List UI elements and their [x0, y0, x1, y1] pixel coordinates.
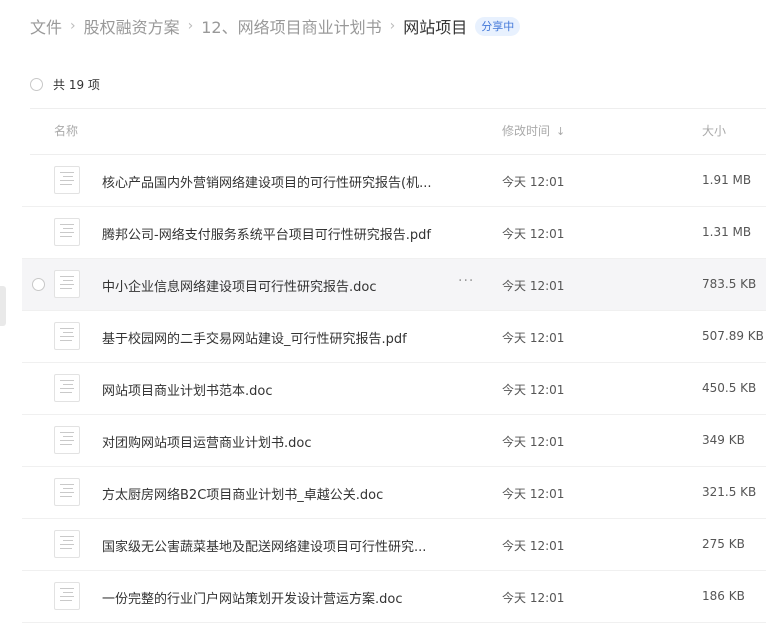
- file-name[interactable]: 网站项目商业计划书范本.doc: [102, 380, 462, 399]
- file-modified-time: 今天 12:01: [502, 227, 565, 241]
- file-row[interactable]: 基于校园网的二手交易网站建设_可行性研究报告.pdf ··· 今天 12:01 …: [22, 311, 766, 363]
- select-all-radio[interactable]: [30, 77, 43, 91]
- file-modified-time: 今天 12:01: [502, 539, 565, 553]
- sidebar-resize-handle[interactable]: [0, 286, 6, 326]
- column-header-modified[interactable]: 修改时间 ↓: [502, 122, 565, 139]
- divider: [30, 108, 766, 109]
- breadcrumb-item-equity-financing[interactable]: 股权融资方案: [84, 14, 180, 38]
- file-name[interactable]: 方太厨房网络B2C项目商业计划书_卓越公关.doc: [102, 484, 462, 503]
- file-row[interactable]: 网站项目商业计划书范本.doc ··· 今天 12:01 450.5 KB: [22, 363, 766, 415]
- file-size: 349 KB: [702, 433, 745, 447]
- file-row[interactable]: 对团购网站项目运营商业计划书.doc ··· 今天 12:01 349 KB: [22, 415, 766, 467]
- row-select-radio[interactable]: [32, 278, 45, 291]
- file-modified-time: 今天 12:01: [502, 175, 565, 189]
- file-modified-time: 今天 12:01: [502, 331, 565, 345]
- sharing-badge[interactable]: 分享中: [475, 16, 521, 36]
- file-row[interactable]: 核心产品国内外营销网络建设项目的可行性研究报告(机... ··· 今天 12:0…: [22, 155, 766, 207]
- breadcrumb: 文件 › 股权融资方案 › 12、网络项目商业计划书 › 网站项目 分享中: [30, 14, 521, 38]
- column-header-name[interactable]: 名称: [54, 122, 78, 139]
- breadcrumb-separator: ›: [187, 18, 194, 34]
- file-size: 1.31 MB: [702, 225, 752, 239]
- breadcrumb-current: 网站项目: [403, 18, 468, 37]
- file-name[interactable]: 腾邦公司-网络支付服务系统平台项目可行性研究报告.pdf: [102, 224, 462, 243]
- file-size: 321.5 KB: [702, 485, 757, 499]
- file-name[interactable]: 一份完整的行业门户网站策划开发设计营运方案.doc: [102, 588, 462, 607]
- document-thumbnail-icon: [54, 582, 80, 610]
- file-row[interactable]: 一份完整的行业门户网站策划开发设计营运方案.doc ··· 今天 12:01 1…: [22, 571, 766, 623]
- file-list: 核心产品国内外营销网络建设项目的可行性研究报告(机... ··· 今天 12:0…: [22, 155, 766, 623]
- document-thumbnail-icon: [54, 530, 80, 558]
- column-header-size[interactable]: 大小: [702, 122, 726, 139]
- file-row-hovered[interactable]: 中小企业信息网络建设项目可行性研究报告.doc ··· 今天 12:01 783…: [22, 259, 766, 311]
- column-header-modified-label: 修改时间: [502, 124, 551, 138]
- file-size: 783.5 KB: [702, 277, 757, 291]
- item-count-bar: 共 19 项: [30, 74, 100, 94]
- more-actions-icon[interactable]: ···: [458, 273, 474, 289]
- file-row[interactable]: 国家级无公害蔬菜基地及配送网络建设项目可行性研究... ··· 今天 12:01…: [22, 519, 766, 571]
- file-size: 1.91 MB: [702, 173, 752, 187]
- item-count-label: 共 19 项: [53, 77, 100, 92]
- file-modified-time: 今天 12:01: [502, 435, 565, 449]
- file-name[interactable]: 中小企业信息网络建设项目可行性研究报告.doc: [102, 276, 462, 295]
- file-modified-time: 今天 12:01: [502, 279, 565, 293]
- file-name[interactable]: 国家级无公害蔬菜基地及配送网络建设项目可行性研究...: [102, 536, 462, 555]
- file-modified-time: 今天 12:01: [502, 383, 565, 397]
- file-row[interactable]: 腾邦公司-网络支付服务系统平台项目可行性研究报告.pdf ··· 今天 12:0…: [22, 207, 766, 259]
- file-size: 186 KB: [702, 589, 745, 603]
- document-thumbnail-icon: [54, 322, 80, 350]
- sort-down-icon[interactable]: ↓: [556, 125, 565, 138]
- breadcrumb-separator: ›: [389, 18, 396, 34]
- document-thumbnail-icon: [54, 166, 80, 194]
- breadcrumb-separator: ›: [70, 18, 76, 34]
- file-name[interactable]: 基于校园网的二手交易网站建设_可行性研究报告.pdf: [102, 328, 462, 347]
- document-thumbnail-icon: [54, 478, 80, 506]
- document-thumbnail-icon: [54, 374, 80, 402]
- document-thumbnail-icon: [54, 218, 80, 246]
- breadcrumb-item-files[interactable]: 文件: [30, 14, 62, 38]
- file-size: 450.5 KB: [702, 381, 757, 395]
- file-name[interactable]: 核心产品国内外营销网络建设项目的可行性研究报告(机...: [102, 172, 462, 191]
- file-size: 275 KB: [702, 537, 745, 551]
- file-name[interactable]: 对团购网站项目运营商业计划书.doc: [102, 432, 462, 451]
- file-modified-time: 今天 12:01: [502, 487, 565, 501]
- file-modified-time: 今天 12:01: [502, 591, 565, 605]
- file-row[interactable]: 方太厨房网络B2C项目商业计划书_卓越公关.doc ··· 今天 12:01 3…: [22, 467, 766, 519]
- document-thumbnail-icon: [54, 270, 80, 298]
- file-size: 507.89 KB: [702, 329, 764, 343]
- breadcrumb-item-business-plans[interactable]: 12、网络项目商业计划书: [201, 14, 381, 38]
- document-thumbnail-icon: [54, 426, 80, 454]
